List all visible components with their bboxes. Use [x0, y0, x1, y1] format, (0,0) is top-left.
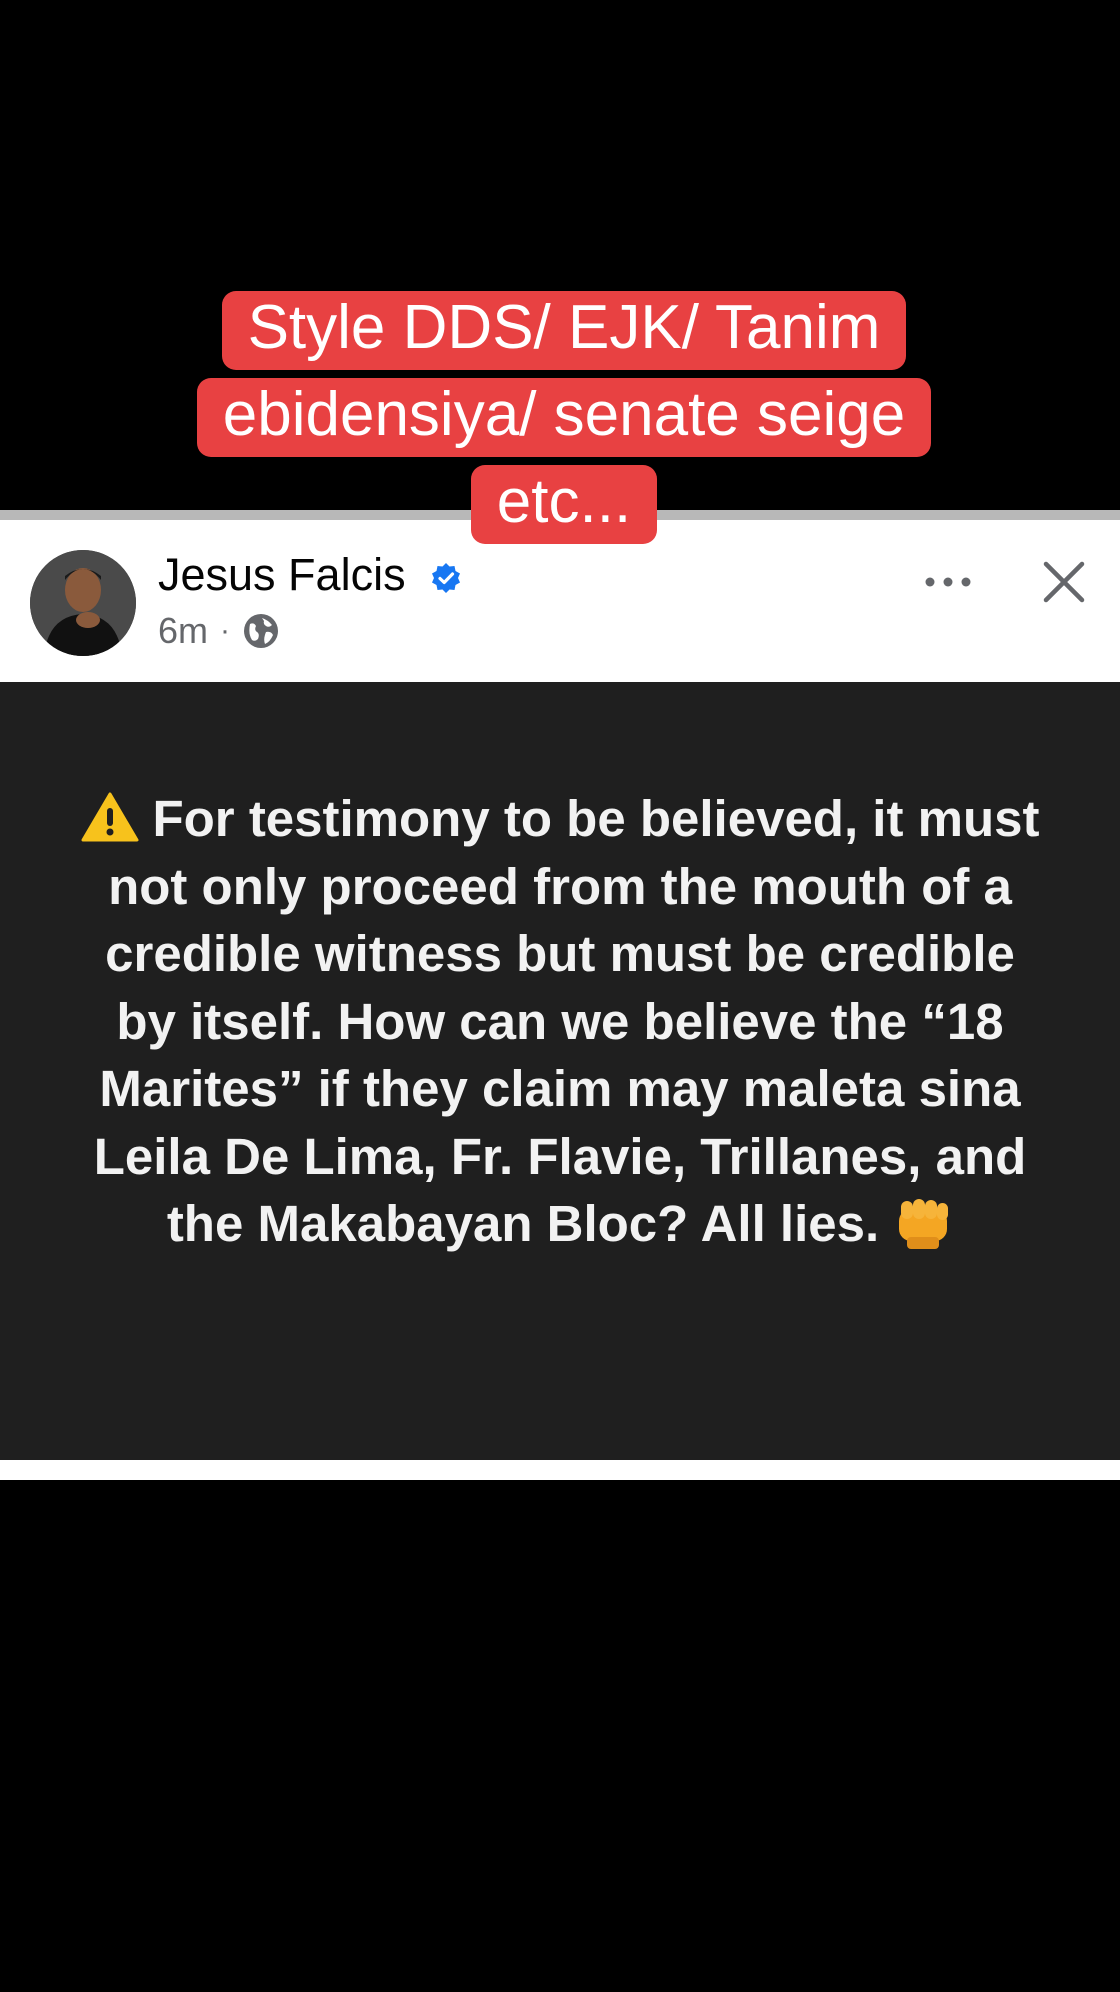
- more-options-button[interactable]: [920, 564, 976, 600]
- globe-icon: [244, 614, 279, 648]
- avatar[interactable]: [30, 550, 136, 656]
- caption-line: Style DDS/ EJK/ Tanim: [221, 291, 907, 370]
- caption-line: etc...: [470, 465, 658, 544]
- author-name[interactable]: Jesus Falcis: [158, 552, 406, 597]
- oncoming-fist-icon: [899, 1199, 949, 1249]
- post-time[interactable]: 6m: [158, 613, 208, 649]
- post-text: For testimony to be believed, it must no…: [80, 785, 1040, 1258]
- video-caption: Style DDS/ EJK/ Tanim ebidensiya/ senate …: [132, 284, 996, 545]
- post-footer-strip: [0, 1460, 1120, 1480]
- close-icon[interactable]: [1036, 554, 1092, 610]
- post-body-text: For testimony to be believed, it must no…: [93, 790, 1040, 1252]
- caption-line: ebidensiya/ senate seige: [196, 378, 932, 457]
- meta-separator: ·: [220, 614, 231, 647]
- warning-icon: [81, 792, 138, 842]
- avatar-image: [30, 550, 136, 656]
- post-meta: 6m ·: [158, 612, 280, 650]
- verified-badge-icon: [432, 563, 460, 593]
- post-body: For testimony to be believed, it must no…: [0, 682, 1120, 1460]
